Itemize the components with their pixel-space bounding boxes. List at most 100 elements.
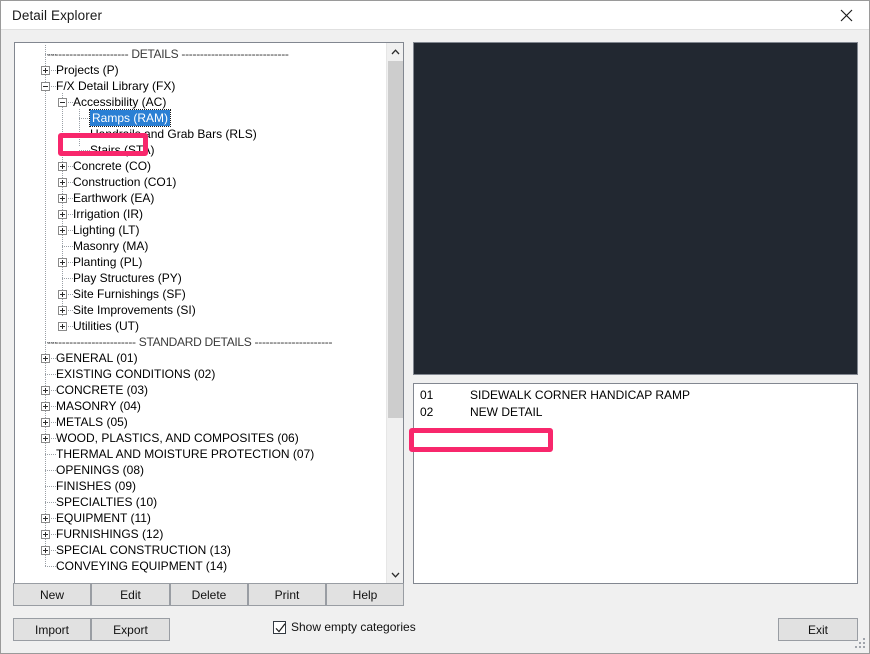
- tree-node-label: WOOD, PLASTICS, AND COMPOSITES (06): [56, 431, 299, 445]
- tree-node[interactable]: Site Improvements (SI): [15, 302, 386, 318]
- tree-node-label: Earthwork (EA): [73, 191, 155, 205]
- tree-node-label: Stairs (STA): [90, 143, 155, 157]
- expand-icon[interactable]: [58, 226, 67, 235]
- tree-node-label: MASONRY (04): [56, 399, 141, 413]
- exit-button[interactable]: Exit: [778, 618, 858, 641]
- tree-node[interactable]: EXISTING CONDITIONS (02): [15, 366, 386, 382]
- delete-button[interactable]: Delete: [170, 583, 248, 606]
- expand-icon[interactable]: [41, 354, 50, 363]
- dialog-client-area: ---------------------- DETAILS ---------…: [1, 30, 869, 653]
- show-empty-categories-checkbox[interactable]: Show empty categories: [273, 620, 416, 634]
- tree-node[interactable]: Play Structures (PY): [15, 270, 386, 286]
- tree-node[interactable]: F/X Detail Library (FX): [15, 78, 386, 94]
- edit-button[interactable]: Edit: [91, 583, 170, 606]
- expand-icon[interactable]: [58, 162, 67, 171]
- tree-node[interactable]: Utilities (UT): [15, 318, 386, 334]
- tree-connector-line: [45, 374, 56, 375]
- expand-icon[interactable]: [58, 322, 67, 331]
- tree-node[interactable]: Accessibility (AC): [15, 94, 386, 110]
- expand-icon[interactable]: [58, 194, 67, 203]
- tree-connector-line: [79, 134, 90, 135]
- resize-grip[interactable]: [854, 638, 866, 650]
- detail-list[interactable]: 01 SIDEWALK CORNER HANDICAP RAMP 02 NEW DET…: [413, 383, 858, 584]
- tree-node[interactable]: Planting (PL): [15, 254, 386, 270]
- expand-icon[interactable]: [41, 418, 50, 427]
- show-empty-categories-label: Show empty categories: [291, 620, 416, 634]
- tree-node[interactable]: FURNISHINGS (12): [15, 526, 386, 542]
- tree-node-label: Site Improvements (SI): [73, 303, 196, 317]
- help-button[interactable]: Help: [326, 583, 404, 606]
- print-button[interactable]: Print: [248, 583, 326, 606]
- tree-node[interactable]: Irrigation (IR): [15, 206, 386, 222]
- tree-node[interactable]: Stairs (STA): [15, 142, 386, 158]
- window-titlebar: Detail Explorer: [1, 1, 869, 30]
- tree-node[interactable]: Concrete (CO): [15, 158, 386, 174]
- tree-node-list: ---------------------- DETAILS ---------…: [15, 43, 386, 574]
- close-icon[interactable]: [823, 1, 869, 30]
- expand-icon[interactable]: [58, 210, 67, 219]
- collapse-icon[interactable]: [41, 82, 50, 91]
- collapse-icon[interactable]: [58, 98, 67, 107]
- expand-icon[interactable]: [41, 546, 50, 555]
- tree-node[interactable]: OPENINGS (08): [15, 462, 386, 478]
- tree-node[interactable]: MASONRY (04): [15, 398, 386, 414]
- expand-icon[interactable]: [58, 306, 67, 315]
- expand-icon[interactable]: [41, 66, 50, 75]
- check-icon[interactable]: [273, 620, 286, 634]
- tree-node-label: ------------------------ STANDARD DETAIL…: [47, 335, 333, 349]
- expand-icon[interactable]: [58, 258, 67, 267]
- expand-icon[interactable]: [41, 402, 50, 411]
- tree-node[interactable]: CONCRETE (03): [15, 382, 386, 398]
- tree-connector-line: [62, 246, 73, 247]
- new-button[interactable]: New: [13, 583, 91, 606]
- expand-icon[interactable]: [41, 386, 50, 395]
- tree-node[interactable]: CONVEYING EQUIPMENT (14): [15, 558, 386, 574]
- detail-preview-pane[interactable]: [413, 42, 858, 375]
- tree-node[interactable]: METALS (05): [15, 414, 386, 430]
- tree-node[interactable]: WOOD, PLASTICS, AND COMPOSITES (06): [15, 430, 386, 446]
- tree-node-label: F/X Detail Library (FX): [56, 79, 176, 93]
- tree-node[interactable]: Construction (CO1): [15, 174, 386, 190]
- expand-icon[interactable]: [41, 434, 50, 443]
- detail-category-tree[interactable]: ---------------------- DETAILS ---------…: [14, 42, 404, 584]
- window-title: Detail Explorer: [12, 8, 103, 23]
- tree-connector-line: [45, 566, 56, 567]
- tree-node-label: SPECIALTIES (10): [56, 495, 158, 509]
- tree-node[interactable]: SPECIALTIES (10): [15, 494, 386, 510]
- scrollbar-thumb[interactable]: [388, 61, 403, 418]
- expand-icon[interactable]: [41, 530, 50, 539]
- tree-node-label: Play Structures (PY): [73, 271, 182, 285]
- tree-node[interactable]: EQUIPMENT (11): [15, 510, 386, 526]
- expand-icon[interactable]: [58, 178, 67, 187]
- expand-icon[interactable]: [41, 514, 50, 523]
- tree-node-label: Lighting (LT): [73, 223, 140, 237]
- tree-node[interactable]: Ramps (RAM): [15, 109, 386, 127]
- tree-node-label: EQUIPMENT (11): [56, 511, 151, 525]
- tree-node-label: EXISTING CONDITIONS (02): [56, 367, 216, 381]
- tree-connector-line: [45, 486, 56, 487]
- detail-list-row[interactable]: 02 NEW DETAIL: [414, 404, 857, 421]
- detail-list-row[interactable]: 01 SIDEWALK CORNER HANDICAP RAMP: [414, 387, 857, 404]
- tree-node[interactable]: Handrails and Grab Bars (RLS): [15, 126, 386, 142]
- tree-node-label: Site Furnishings (SF): [73, 287, 186, 301]
- export-button[interactable]: Export: [91, 618, 170, 641]
- tree-node[interactable]: Lighting (LT): [15, 222, 386, 238]
- tree-separator: ---------------------- DETAILS ---------…: [15, 46, 386, 62]
- chevron-down-icon[interactable]: [387, 566, 403, 583]
- tree-node-label: ---------------------- DETAILS ---------…: [47, 47, 289, 61]
- tree-node[interactable]: THERMAL AND MOISTURE PROTECTION (07): [15, 446, 386, 462]
- tree-node[interactable]: Site Furnishings (SF): [15, 286, 386, 302]
- tree-node[interactable]: Earthwork (EA): [15, 190, 386, 206]
- tree-node[interactable]: FINISHES (09): [15, 478, 386, 494]
- import-button[interactable]: Import: [13, 618, 91, 641]
- tree-node[interactable]: Projects (P): [15, 62, 386, 78]
- tree-vertical-scrollbar[interactable]: [386, 43, 403, 583]
- tree-node-label: Planting (PL): [73, 255, 143, 269]
- tree-connector-line: [45, 502, 56, 503]
- tree-node[interactable]: Masonry (MA): [15, 238, 386, 254]
- tree-node[interactable]: SPECIAL CONSTRUCTION (13): [15, 542, 386, 558]
- tree-connector-line: [79, 150, 90, 151]
- expand-icon[interactable]: [58, 290, 67, 299]
- chevron-up-icon[interactable]: [387, 43, 403, 60]
- tree-node[interactable]: GENERAL (01): [15, 350, 386, 366]
